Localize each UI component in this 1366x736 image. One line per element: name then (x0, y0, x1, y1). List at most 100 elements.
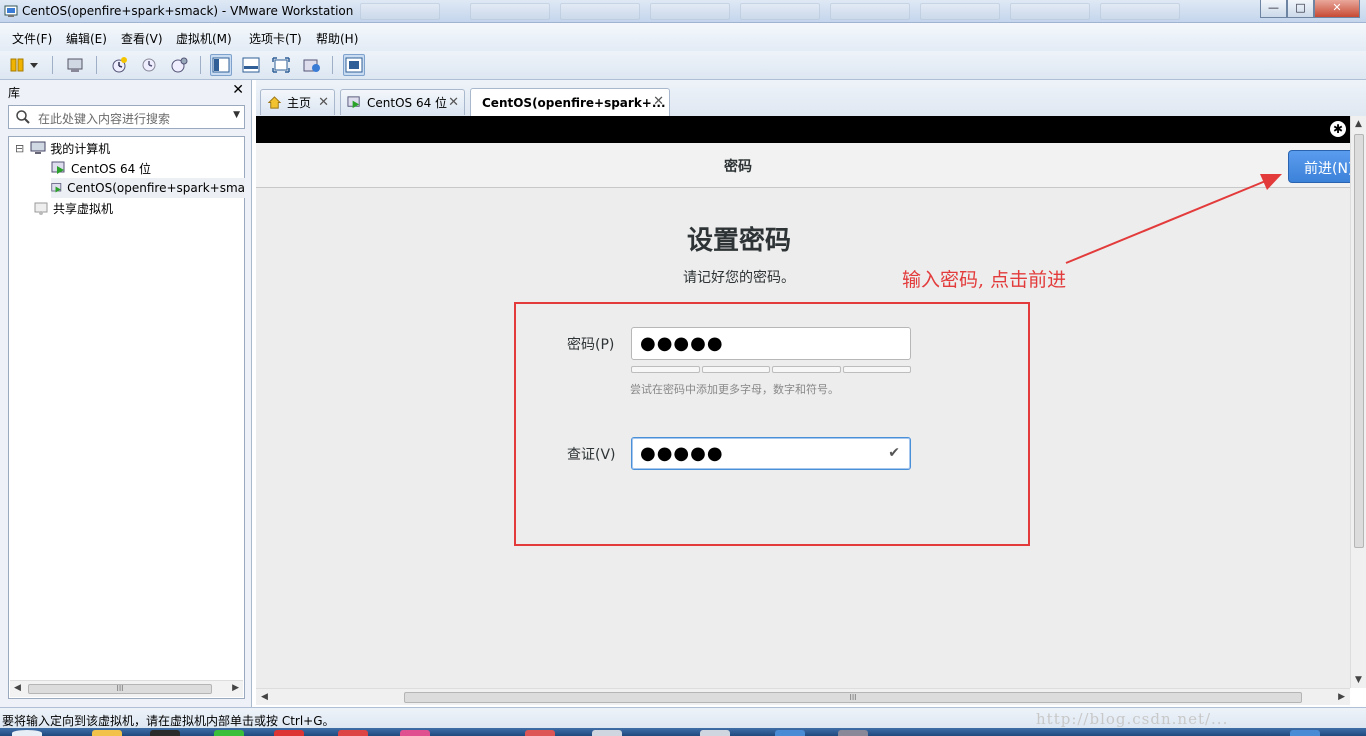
tree-item-shared-vms[interactable]: 共享虚拟机 (33, 198, 113, 218)
taskbar-ghost (920, 3, 1000, 20)
scroll-right-icon[interactable]: ▶ (1338, 692, 1345, 702)
tab-label: 主页 (287, 96, 312, 110)
vm-horizontal-scrollbar[interactable]: ◀ III ▶ (256, 688, 1350, 705)
toolbar (0, 51, 1366, 80)
search-placeholder: 在此处键入内容进行搜索 (38, 112, 171, 126)
home-icon (267, 96, 282, 109)
manage-snapshots-icon[interactable] (168, 54, 190, 76)
tab-home[interactable]: 主页 ✕ (260, 89, 335, 115)
tab-centos-openfire[interactable]: CentOS(openfire+spark+... ✕ (470, 88, 670, 116)
close-window-button[interactable]: ✕ (1314, 0, 1360, 18)
taskbar-app-icon[interactable] (700, 730, 730, 736)
menu-tabs[interactable]: 选项卡(T) (249, 30, 302, 47)
os-taskbar (0, 728, 1366, 736)
taskbar-ghost (1100, 3, 1180, 20)
taskbar-app-icon[interactable] (214, 730, 244, 736)
taskbar-app-icon[interactable] (1290, 730, 1320, 736)
menu-help[interactable]: 帮助(H) (316, 30, 358, 47)
menu-file[interactable]: 文件(F) (12, 30, 52, 47)
scroll-up-icon[interactable]: ▲ (1355, 119, 1362, 129)
taskbar-app-icon[interactable] (274, 730, 304, 736)
tree-item-label: 共享虚拟机 (53, 201, 114, 216)
tab-close-icon[interactable]: ✕ (318, 95, 329, 110)
taskbar-ghost (360, 3, 440, 20)
annotation-highlight-box (514, 302, 1030, 546)
scroll-thumb[interactable] (1354, 134, 1364, 548)
library-search-input[interactable]: 在此处键入内容进行搜索 ▼ (8, 105, 245, 129)
revert-snapshot-icon[interactable] (138, 54, 160, 76)
menu-edit[interactable]: 编辑(E) (66, 30, 107, 47)
fullscreen-icon[interactable] (270, 54, 292, 76)
menu-view[interactable]: 查看(V) (121, 30, 163, 47)
accessibility-icon[interactable]: ✱ (1330, 121, 1346, 137)
computer-icon (30, 141, 46, 154)
taskbar-app-icon[interactable] (775, 730, 805, 736)
vm-vertical-scrollbar[interactable]: ▲ ▼ (1350, 116, 1366, 688)
taskbar-app-icon[interactable] (150, 730, 180, 736)
tab-close-icon[interactable]: ✕ (653, 94, 664, 109)
page-heading: 设置密码 (686, 226, 791, 256)
vmware-app-icon (4, 5, 18, 17)
tab-label: CentOS 64 位 (367, 96, 448, 110)
taskbar-ghost (650, 3, 730, 20)
taskbar-app-icon[interactable] (400, 730, 430, 736)
taskbar-app-icon[interactable] (338, 730, 368, 736)
tab-close-icon[interactable]: ✕ (448, 95, 459, 110)
watermark: http://blog.csdn.net/... (1036, 710, 1229, 728)
dropdown-icon[interactable] (27, 54, 41, 76)
collapse-toggle-icon[interactable]: ⊟ (15, 142, 24, 155)
tree-item-centos-64[interactable]: CentOS 64 位 (51, 158, 151, 178)
taskbar-ghost (560, 3, 640, 20)
search-icon (16, 110, 30, 124)
taskbar-ghost (830, 3, 910, 20)
scroll-down-icon[interactable]: ▼ (1355, 675, 1362, 685)
send-ctrl-alt-del-icon[interactable] (64, 54, 86, 76)
vm-running-icon (347, 96, 360, 109)
tab-centos-64[interactable]: CentOS 64 位 ✕ (340, 89, 465, 115)
suspend-icon[interactable] (6, 54, 28, 76)
show-library-icon[interactable] (210, 54, 232, 76)
tree-item-label: CentOS(openfire+spark+sma (67, 181, 245, 195)
vm-running-icon (51, 161, 65, 174)
vm-running-icon (51, 183, 62, 193)
tree-item-label: 我的计算机 (50, 141, 111, 156)
start-button-icon[interactable] (12, 730, 42, 736)
library-close-button[interactable]: ✕ (232, 82, 244, 98)
taskbar-ghost (1010, 3, 1090, 20)
gnome-top-bar: ✱ (256, 116, 1350, 143)
maximize-button[interactable]: □ (1287, 0, 1314, 18)
tree-item-centos-openfire[interactable]: CentOS(openfire+spark+sma (51, 178, 245, 198)
console-view-icon[interactable] (240, 54, 262, 76)
toolbar-separator (200, 56, 201, 74)
taskbar-app-icon[interactable] (838, 730, 868, 736)
taskbar-app-icon[interactable] (525, 730, 555, 736)
scroll-right-icon[interactable]: ▶ (232, 683, 239, 693)
toolbar-separator (96, 56, 97, 74)
annotation-text: 输入密码, 点击前进 (902, 269, 1067, 291)
vm-console[interactable]: ✱ 密码 前进(N) 设置密码 请记好您的密码。 密码(P) ●●●●● 尝试在… (256, 116, 1350, 688)
minimize-button[interactable]: — (1260, 0, 1287, 18)
unity-icon[interactable] (301, 54, 323, 76)
search-dropdown-icon[interactable]: ▼ (233, 110, 240, 120)
taskbar-ghost (740, 3, 820, 20)
thumbnail-view-icon[interactable] (343, 54, 365, 76)
library-header: 库 ✕ (0, 80, 252, 102)
page-subheading: 请记好您的密码。 (683, 270, 795, 286)
installer-header: 密码 前进(N) (256, 143, 1350, 188)
scroll-thumb[interactable]: III (404, 692, 1302, 703)
tree-item-label: CentOS 64 位 (71, 161, 152, 176)
next-button[interactable]: 前进(N) (1288, 150, 1350, 183)
scroll-left-icon[interactable]: ◀ (261, 692, 268, 702)
library-panel: 库 ✕ 在此处键入内容进行搜索 ▼ ⊟ 我的计算机 CentOS 64 位 Ce… (0, 80, 252, 707)
shared-vms-icon (34, 202, 48, 215)
library-horizontal-scrollbar[interactable]: ◀ III ▶ (10, 680, 243, 697)
tree-item-my-computer[interactable]: ⊟ 我的计算机 (15, 138, 110, 158)
status-text: 要将输入定向到该虚拟机，请在虚拟机内部单击或按 Ctrl+G。 (2, 714, 335, 728)
scroll-thumb[interactable]: III (28, 684, 212, 694)
taskbar-app-icon[interactable] (592, 730, 622, 736)
scroll-left-icon[interactable]: ◀ (14, 683, 21, 693)
snapshot-icon[interactable] (108, 54, 130, 76)
menu-vm[interactable]: 虚拟机(M) (176, 30, 232, 47)
header-title: 密码 (724, 159, 752, 175)
taskbar-app-icon[interactable] (92, 730, 122, 736)
